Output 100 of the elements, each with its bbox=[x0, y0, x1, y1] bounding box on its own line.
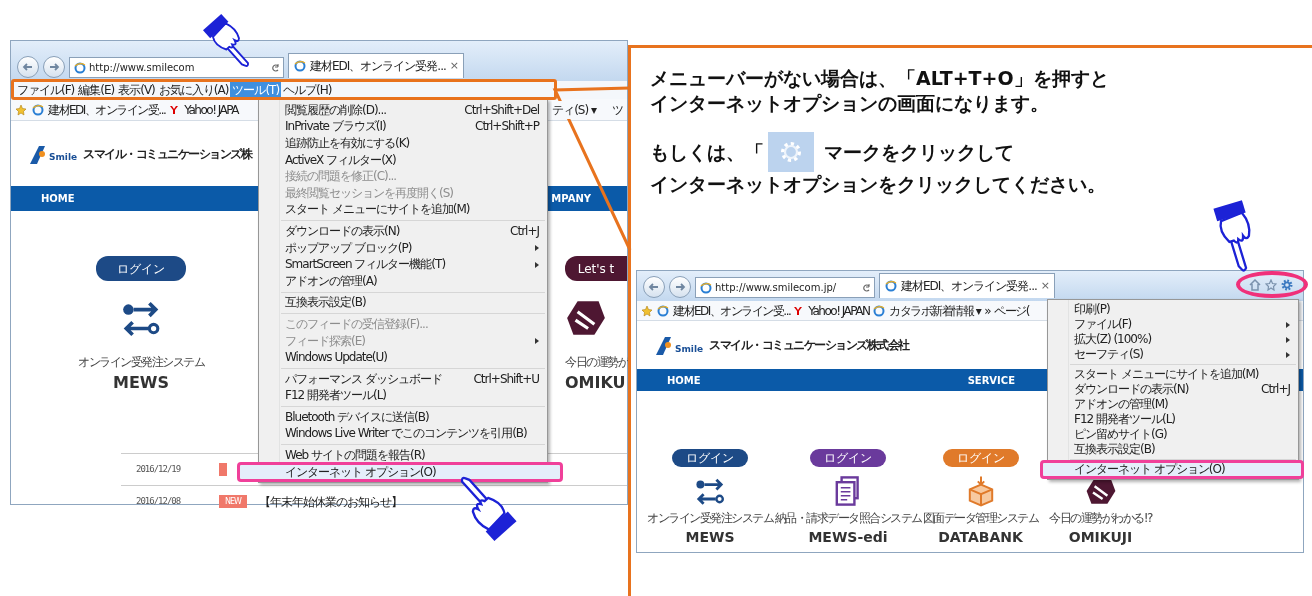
login-button[interactable]: ログイン bbox=[96, 256, 186, 281]
browser-icon bbox=[32, 103, 44, 116]
menu-item[interactable]: Bluetooth デバイスに送信(B) bbox=[259, 409, 547, 426]
yahoo-logo-icon bbox=[170, 105, 181, 114]
menu-item[interactable]: 追跡防止を有効にする(K) bbox=[259, 135, 547, 152]
menu-item[interactable]: ダウンロードの表示(N) Ctrl+J bbox=[259, 223, 547, 240]
menu-item[interactable]: 互換表示設定(B) bbox=[1048, 442, 1298, 457]
menu-item[interactable]: SmartScreen フィルター機能(T) bbox=[259, 256, 547, 273]
instruction-text: もしくは、「 bbox=[650, 139, 764, 165]
settings-icon bbox=[778, 139, 804, 165]
service-name: MEWS-edi bbox=[808, 528, 888, 547]
toolbar-menu[interactable]: ページ( bbox=[994, 301, 1029, 320]
back-button[interactable] bbox=[17, 56, 39, 78]
menu-item[interactable]: Windows Update(U) bbox=[259, 349, 547, 366]
favorite-link[interactable]: Yahoo! JAPA bbox=[184, 100, 238, 119]
menu-bar-item[interactable]: お気に入り(A) bbox=[156, 82, 231, 98]
tab-close-button[interactable]: × bbox=[1040, 277, 1050, 295]
back-arrow-icon[interactable] bbox=[648, 281, 660, 293]
shortcut-text: Ctrl+Shift+P bbox=[474, 119, 539, 135]
menu-item[interactable]: アドオンの管理(A) bbox=[259, 272, 547, 290]
news-title[interactable]: 【年末年始休業のお知らせ】 bbox=[259, 492, 402, 511]
favorite-link[interactable]: Yahoo! JAPAN bbox=[808, 301, 870, 320]
menu-item[interactable]: 互換表示設定(B) bbox=[259, 294, 547, 312]
news-badge: NEW bbox=[219, 495, 247, 508]
browser-icon bbox=[873, 304, 886, 317]
browser-icon bbox=[294, 60, 306, 72]
browser-icon bbox=[885, 280, 897, 292]
toolbar-menu[interactable]: » bbox=[984, 301, 991, 320]
menu-item[interactable]: インターネット オプション(O) bbox=[237, 461, 563, 483]
star-icon[interactable] bbox=[641, 304, 653, 317]
forward-button[interactable] bbox=[43, 56, 65, 78]
instruction-text: インターネットオプションをクリックしてください。 bbox=[650, 172, 1107, 197]
browser-icon bbox=[700, 281, 712, 294]
back-arrow-icon[interactable] bbox=[22, 61, 34, 73]
menu-item[interactable]: InPrivate ブラウズ(I) Ctrl+Shift+P bbox=[259, 118, 547, 136]
company-name: スマイル・コミュニケーションズ株式会社 bbox=[709, 337, 909, 354]
menu-item[interactable]: スタート メニューにサイトを追加(M) bbox=[259, 201, 547, 219]
tab-close-button[interactable]: × bbox=[449, 57, 459, 75]
menu-item[interactable]: アドオンの管理(M) bbox=[1048, 397, 1298, 412]
forward-arrow-icon[interactable] bbox=[674, 281, 686, 293]
nav-link[interactable]: HOME bbox=[637, 372, 721, 388]
yahoo-logo-icon bbox=[794, 306, 805, 315]
forward-button[interactable] bbox=[669, 276, 691, 298]
login-button[interactable]: ログイン bbox=[672, 449, 748, 467]
menu-item[interactable]: ダウンロードの表示(N) Ctrl+J bbox=[1048, 382, 1298, 397]
shortcut-text: Ctrl+J bbox=[1260, 382, 1290, 397]
star-icon[interactable] bbox=[15, 103, 27, 116]
menu-item[interactable]: パフォーマンス ダッシュボード Ctrl+Shift+U bbox=[259, 370, 547, 388]
nav-link[interactable]: SERVICE bbox=[947, 372, 1035, 388]
news-badge bbox=[219, 463, 227, 476]
service-caption: オンライン受発注システム bbox=[647, 510, 773, 527]
service-caption: 図面データ管理システム bbox=[922, 510, 1039, 527]
menu-item[interactable]: Windows Live Writer でこのコンテンツを引用(B) bbox=[259, 425, 547, 443]
service-caption: 今日の運勢がわかる!? bbox=[1049, 510, 1152, 527]
menu-item[interactable]: F12 開発者ツール(L) bbox=[259, 387, 547, 405]
back-button[interactable] bbox=[643, 276, 665, 298]
menu-item[interactable]: 閲覧履歴の削除(D)... Ctrl+Shift+Del bbox=[259, 102, 547, 119]
logo-text: Smile bbox=[49, 151, 78, 164]
browser-tab[interactable]: 建材EDI、オンライン受発... × bbox=[879, 273, 1056, 298]
menu-item[interactable]: インターネット オプション(O) bbox=[1040, 460, 1304, 479]
settings-icon[interactable] bbox=[1281, 278, 1293, 291]
favorite-link[interactable]: 建材EDI、オンライン受... bbox=[48, 100, 166, 119]
menu-bar-item[interactable]: 編集(E) bbox=[76, 82, 117, 98]
service-name: OMIKUJI bbox=[1068, 528, 1133, 547]
favorite-link[interactable]: カタラボ新着情報 ▾ bbox=[889, 301, 981, 320]
address-field[interactable]: http://www.smilecom.jp/ bbox=[695, 277, 875, 298]
nav-link[interactable]: HOME bbox=[11, 191, 95, 206]
menu-bar-item[interactable]: ヘルプ(H) bbox=[281, 82, 334, 98]
news-date: 2016/12/08 bbox=[136, 494, 182, 508]
news-date: 2016/12/19 bbox=[136, 462, 182, 476]
nav-link[interactable]: MPANY bbox=[551, 191, 627, 206]
home-icon[interactable] bbox=[1249, 278, 1261, 291]
toolbar-menu[interactable]: ティ(S) ▾ bbox=[552, 100, 596, 119]
browser-icon bbox=[74, 61, 86, 74]
browser-tab[interactable]: 建材EDI、オンライン受発... × bbox=[288, 53, 465, 78]
shortcut-text: Ctrl+J bbox=[509, 223, 539, 239]
instruction-text: マークをクリックして bbox=[824, 139, 1014, 165]
forward-arrow-icon[interactable] bbox=[48, 61, 60, 73]
menu-item[interactable]: ActiveX フィルター(X) bbox=[259, 151, 547, 169]
menu-item[interactable]: 拡大(Z) (100%) bbox=[1048, 332, 1298, 347]
favorite-link[interactable]: 建材EDI、オンライン受... bbox=[673, 301, 791, 320]
menu-item[interactable]: ポップアップ ブロック(P) bbox=[259, 239, 547, 257]
menu-item[interactable]: ファイル(F) bbox=[1048, 317, 1298, 332]
menu-item[interactable]: F12 開発者ツール(L) bbox=[1048, 412, 1298, 427]
refresh-icon[interactable] bbox=[271, 63, 279, 72]
login-button[interactable]: Let's t bbox=[565, 256, 627, 281]
menu-bar-item[interactable]: ファイル(F) bbox=[15, 82, 77, 98]
login-button[interactable]: ログイン bbox=[810, 449, 886, 467]
service-name: OMIKU bbox=[565, 372, 626, 394]
menu-bar-item[interactable]: 表示(V) bbox=[116, 82, 157, 98]
menu-item[interactable]: セーフティ(S) bbox=[1048, 347, 1298, 362]
menu-item[interactable]: 印刷(P) bbox=[1048, 302, 1298, 317]
menu-item[interactable]: スタート メニューにサイトを追加(M) bbox=[1048, 367, 1298, 382]
refresh-icon[interactable] bbox=[862, 283, 870, 292]
service-name: MEWS bbox=[685, 528, 735, 547]
menu-item[interactable]: ピン留めサイト(G) bbox=[1048, 427, 1298, 442]
highlight-ellipse bbox=[1236, 271, 1308, 298]
menu-item[interactable]: Web サイトの問題を報告(R) bbox=[259, 447, 547, 464]
shortcut-text: Ctrl+Shift+Del bbox=[463, 102, 539, 118]
star-icon[interactable] bbox=[1265, 278, 1277, 291]
